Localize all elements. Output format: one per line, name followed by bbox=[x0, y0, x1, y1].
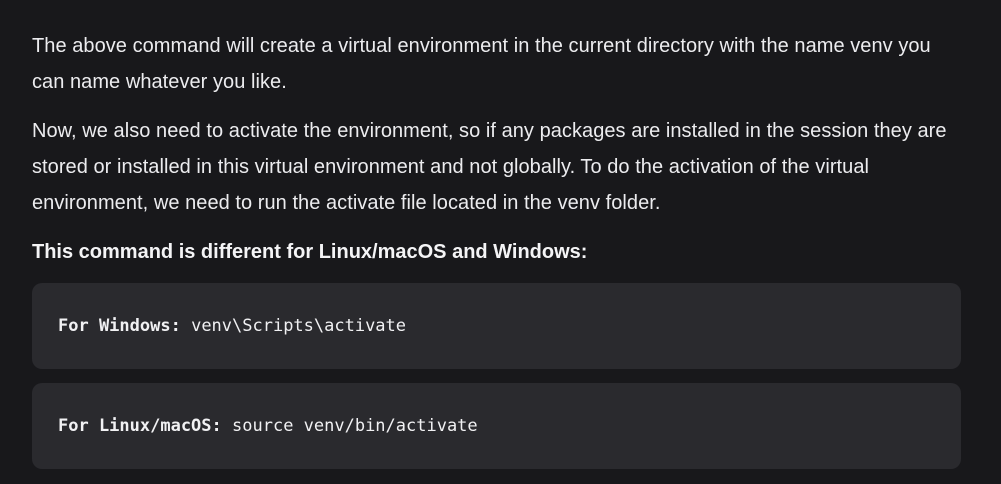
section-heading: This command is different for Linux/macO… bbox=[32, 241, 588, 263]
code-block-windows: For Windows: venv\Scripts\activate bbox=[32, 283, 961, 369]
code-label-linux-macos: For Linux/macOS: bbox=[58, 416, 222, 436]
code-command-windows: venv\Scripts\activate bbox=[191, 316, 407, 336]
code-block-linux-macos: For Linux/macOS: source venv/bin/activat… bbox=[32, 383, 961, 469]
code-label-windows: For Windows: bbox=[58, 316, 181, 336]
code-command-linux-macos: source venv/bin/activate bbox=[232, 416, 478, 436]
paragraph-venv-create: The above command will create a virtual … bbox=[32, 35, 931, 93]
article-content: The above command will create a virtual … bbox=[0, 0, 1001, 484]
paragraph-venv-activate: Now, we also need to activate the enviro… bbox=[32, 120, 947, 214]
